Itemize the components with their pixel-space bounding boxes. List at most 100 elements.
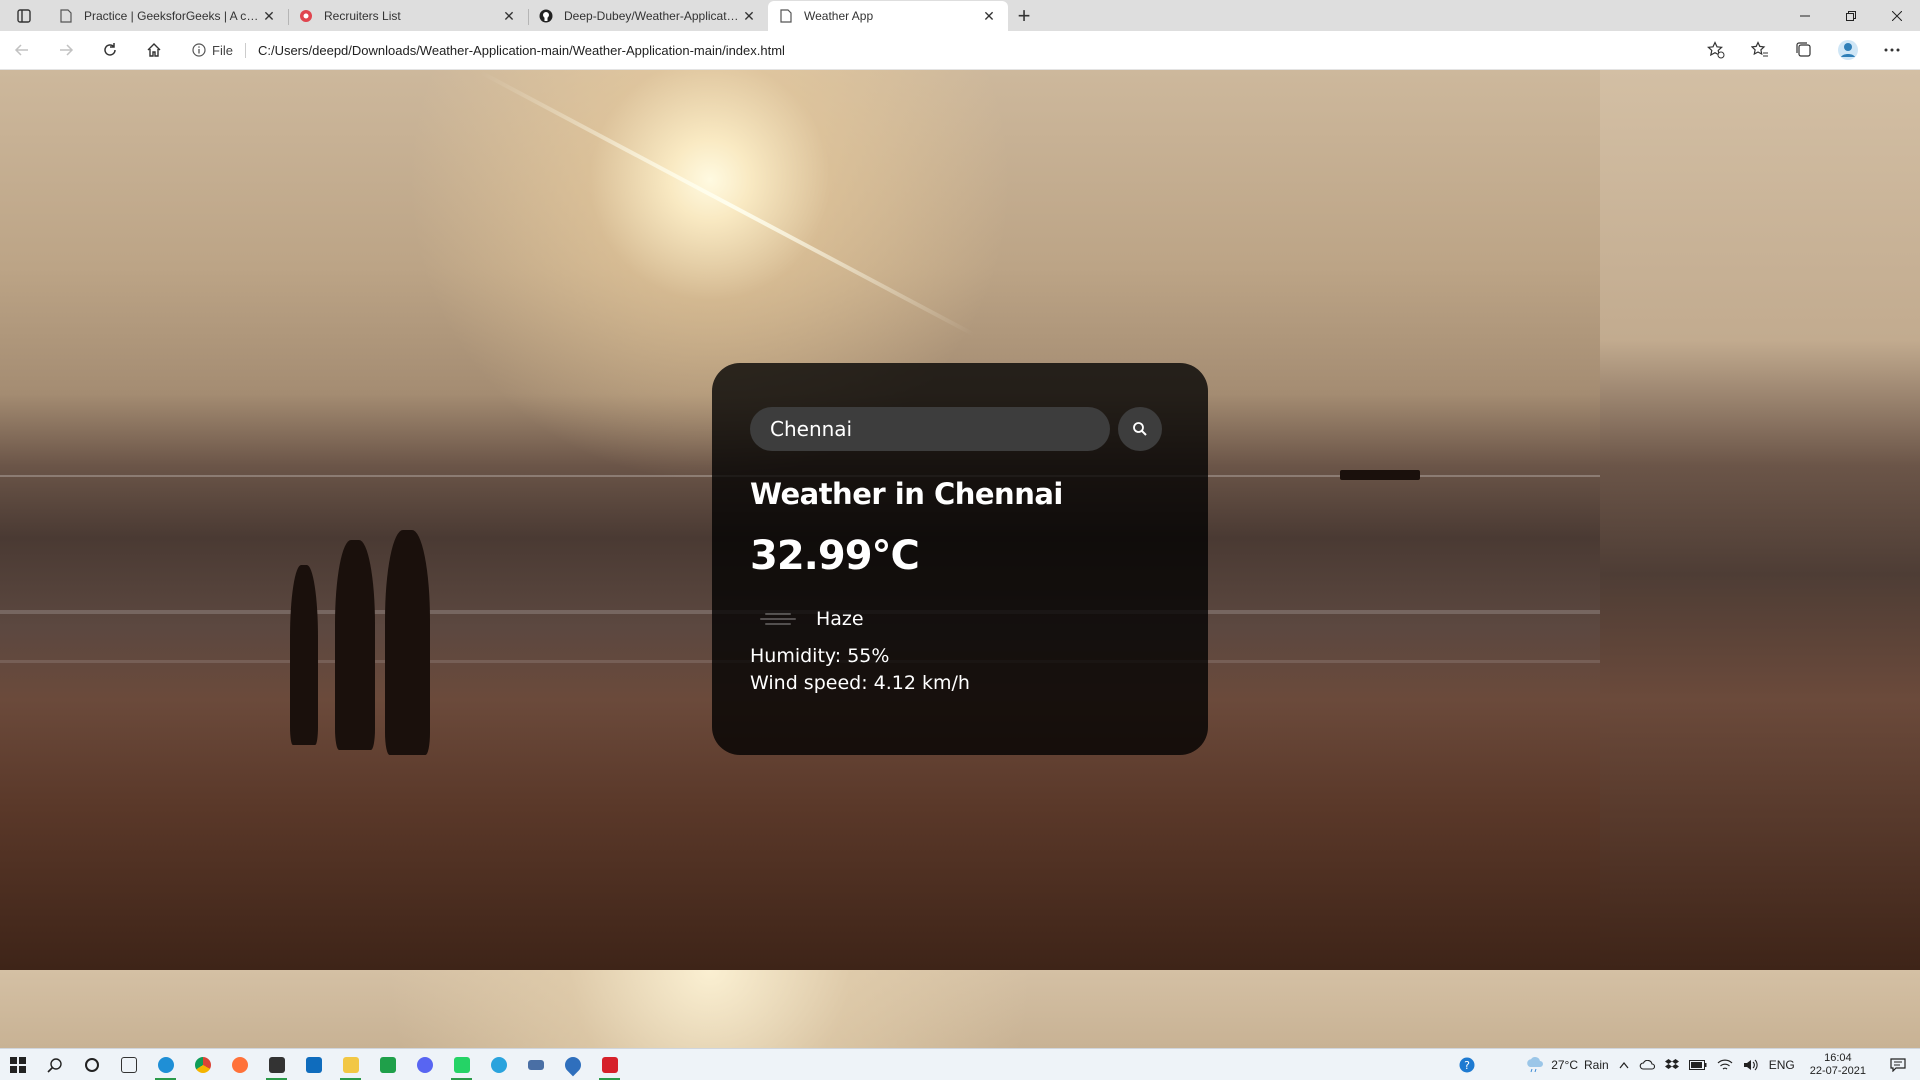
tab-recruiters-list[interactable]: Recruiters List ✕ <box>288 1 528 31</box>
weather-description-row: Haze <box>750 601 1170 637</box>
address-bar[interactable]: File C:/Users/deepd/Downloads/Weather-Ap… <box>192 35 1694 65</box>
dropbox-icon <box>1664 1059 1679 1069</box>
taskbar-app-firefox[interactable] <box>221 1049 258 1080</box>
back-button[interactable] <box>0 31 44 70</box>
tab-actions-icon <box>17 8 31 23</box>
tab-title: Weather App <box>804 9 874 23</box>
help-icon: ? <box>1459 1057 1475 1073</box>
restore-button[interactable] <box>1828 0 1874 31</box>
settings-more-button[interactable] <box>1870 31 1914 70</box>
person-silhouette <box>290 565 318 745</box>
collections-icon <box>1796 42 1811 57</box>
browser-toolbar: File C:/Users/deepd/Downloads/Weather-Ap… <box>0 31 1920 70</box>
person-silhouette <box>335 540 375 750</box>
site-info-button[interactable]: File <box>192 42 246 58</box>
onedrive-tray-button[interactable] <box>1634 1060 1660 1070</box>
tab-strip: Practice | GeeksforGeeks | A computer sc… <box>0 0 1920 31</box>
weather-description: Haze <box>816 608 864 630</box>
battery-icon <box>1688 1060 1707 1070</box>
scheme-label: File <box>212 42 233 58</box>
acrobat-icon <box>601 1056 618 1073</box>
svg-text:?: ? <box>1464 1059 1470 1072</box>
weather-widget-temp: 27°C <box>1551 1058 1579 1072</box>
tab-actions-menu-button[interactable] <box>0 0 48 31</box>
haze-icon <box>760 601 796 637</box>
page-viewport: Weather in Chennai 32.99°C Haze Humidity… <box>0 70 1920 1048</box>
background-tile-right <box>1600 70 1920 970</box>
sun-ray <box>479 70 976 337</box>
tab-github-repo[interactable]: Deep-Dubey/Weather-Application-main ✕ <box>528 1 768 31</box>
taskbar-app-spreadsheet[interactable] <box>369 1049 406 1080</box>
taskbar-app-drop[interactable] <box>554 1049 591 1080</box>
tab-weather-app[interactable]: Weather App ✕ <box>768 1 1008 31</box>
home-button[interactable] <box>132 31 176 70</box>
mail-icon <box>305 1056 322 1073</box>
taskbar-app-chrome[interactable] <box>184 1049 221 1080</box>
taskbar-app-whatsapp[interactable] <box>443 1049 480 1080</box>
rain-cloud-icon <box>1527 1057 1544 1073</box>
profile-button[interactable] <box>1826 31 1870 70</box>
chrome-icon <box>194 1056 211 1073</box>
close-window-button[interactable] <box>1874 0 1920 31</box>
start-button[interactable] <box>0 1049 36 1080</box>
language-indicator[interactable]: ENG <box>1764 1058 1800 1072</box>
taskbar-app-acrobat[interactable] <box>591 1049 628 1080</box>
file-explorer-icon <box>342 1056 359 1073</box>
notification-icon <box>1890 1058 1906 1072</box>
search-button[interactable] <box>36 1049 73 1080</box>
clock[interactable]: 16:04 22-07-2021 <box>1800 1052 1876 1078</box>
new-tab-button[interactable]: + <box>1008 1 1040 31</box>
search-button[interactable] <box>1118 407 1162 451</box>
cortana-button[interactable] <box>73 1049 110 1080</box>
taskbar-app-mail[interactable] <box>295 1049 332 1080</box>
volume-tray-button[interactable] <box>1738 1058 1764 1072</box>
taskbar-app-file-explorer[interactable] <box>332 1049 369 1080</box>
help-tray-button[interactable]: ? <box>1454 1057 1480 1073</box>
star-add-icon <box>1707 41 1725 59</box>
search-icon <box>46 1057 62 1073</box>
page-icon <box>778 8 794 24</box>
tab-geeksforgeeks[interactable]: Practice | GeeksforGeeks | A computer sc… <box>48 1 288 31</box>
network-tray-button[interactable] <box>1712 1058 1738 1072</box>
record-icon <box>298 8 314 24</box>
telegram-icon <box>490 1056 507 1073</box>
humidity-text: Humidity: 55% <box>750 645 890 667</box>
home-icon <box>147 43 161 57</box>
collections-button[interactable] <box>1782 31 1826 70</box>
more-icon <box>1884 48 1900 52</box>
show-hidden-icons-button[interactable] <box>1614 1061 1634 1069</box>
forward-button[interactable] <box>44 31 88 70</box>
favorites-button[interactable] <box>1738 31 1782 70</box>
notifications-button[interactable] <box>1876 1058 1920 1072</box>
background-tile-bottom <box>0 970 1920 1048</box>
toolbar-actions <box>1694 31 1914 70</box>
add-favorite-button[interactable] <box>1694 31 1738 70</box>
window-controls <box>1782 0 1920 31</box>
taskbar-app-edge[interactable] <box>147 1049 184 1080</box>
arrow-left-icon <box>14 44 28 56</box>
windows-logo-icon <box>10 1056 26 1073</box>
boat-silhouette <box>1340 470 1420 480</box>
refresh-button[interactable] <box>88 31 132 70</box>
close-icon[interactable]: ✕ <box>500 8 518 25</box>
taskbar-app-telegram[interactable] <box>480 1049 517 1080</box>
task-view-icon <box>120 1056 137 1073</box>
battery-tray-button[interactable] <box>1684 1060 1712 1070</box>
person-silhouette <box>385 530 430 755</box>
task-view-button[interactable] <box>110 1049 147 1080</box>
taskbar-app-keyboard[interactable] <box>517 1049 554 1080</box>
github-icon <box>538 8 554 24</box>
city-heading: Weather in Chennai <box>750 477 1063 511</box>
search-input[interactable] <box>750 407 1110 451</box>
weather-card: Weather in Chennai 32.99°C Haze Humidity… <box>712 363 1208 755</box>
taskbar-app-store[interactable] <box>258 1049 295 1080</box>
close-icon[interactable]: ✕ <box>980 8 998 25</box>
dropbox-tray-button[interactable] <box>1660 1059 1684 1071</box>
close-icon[interactable]: ✕ <box>260 8 278 25</box>
minimize-button[interactable] <box>1782 0 1828 31</box>
clock-time: 16:04 <box>1824 1052 1852 1064</box>
taskbar-app-discord[interactable] <box>406 1049 443 1080</box>
weather-widget[interactable]: 27°C Rain <box>1520 1057 1614 1073</box>
close-icon[interactable]: ✕ <box>740 8 758 25</box>
tab-title: Recruiters List <box>324 9 401 23</box>
